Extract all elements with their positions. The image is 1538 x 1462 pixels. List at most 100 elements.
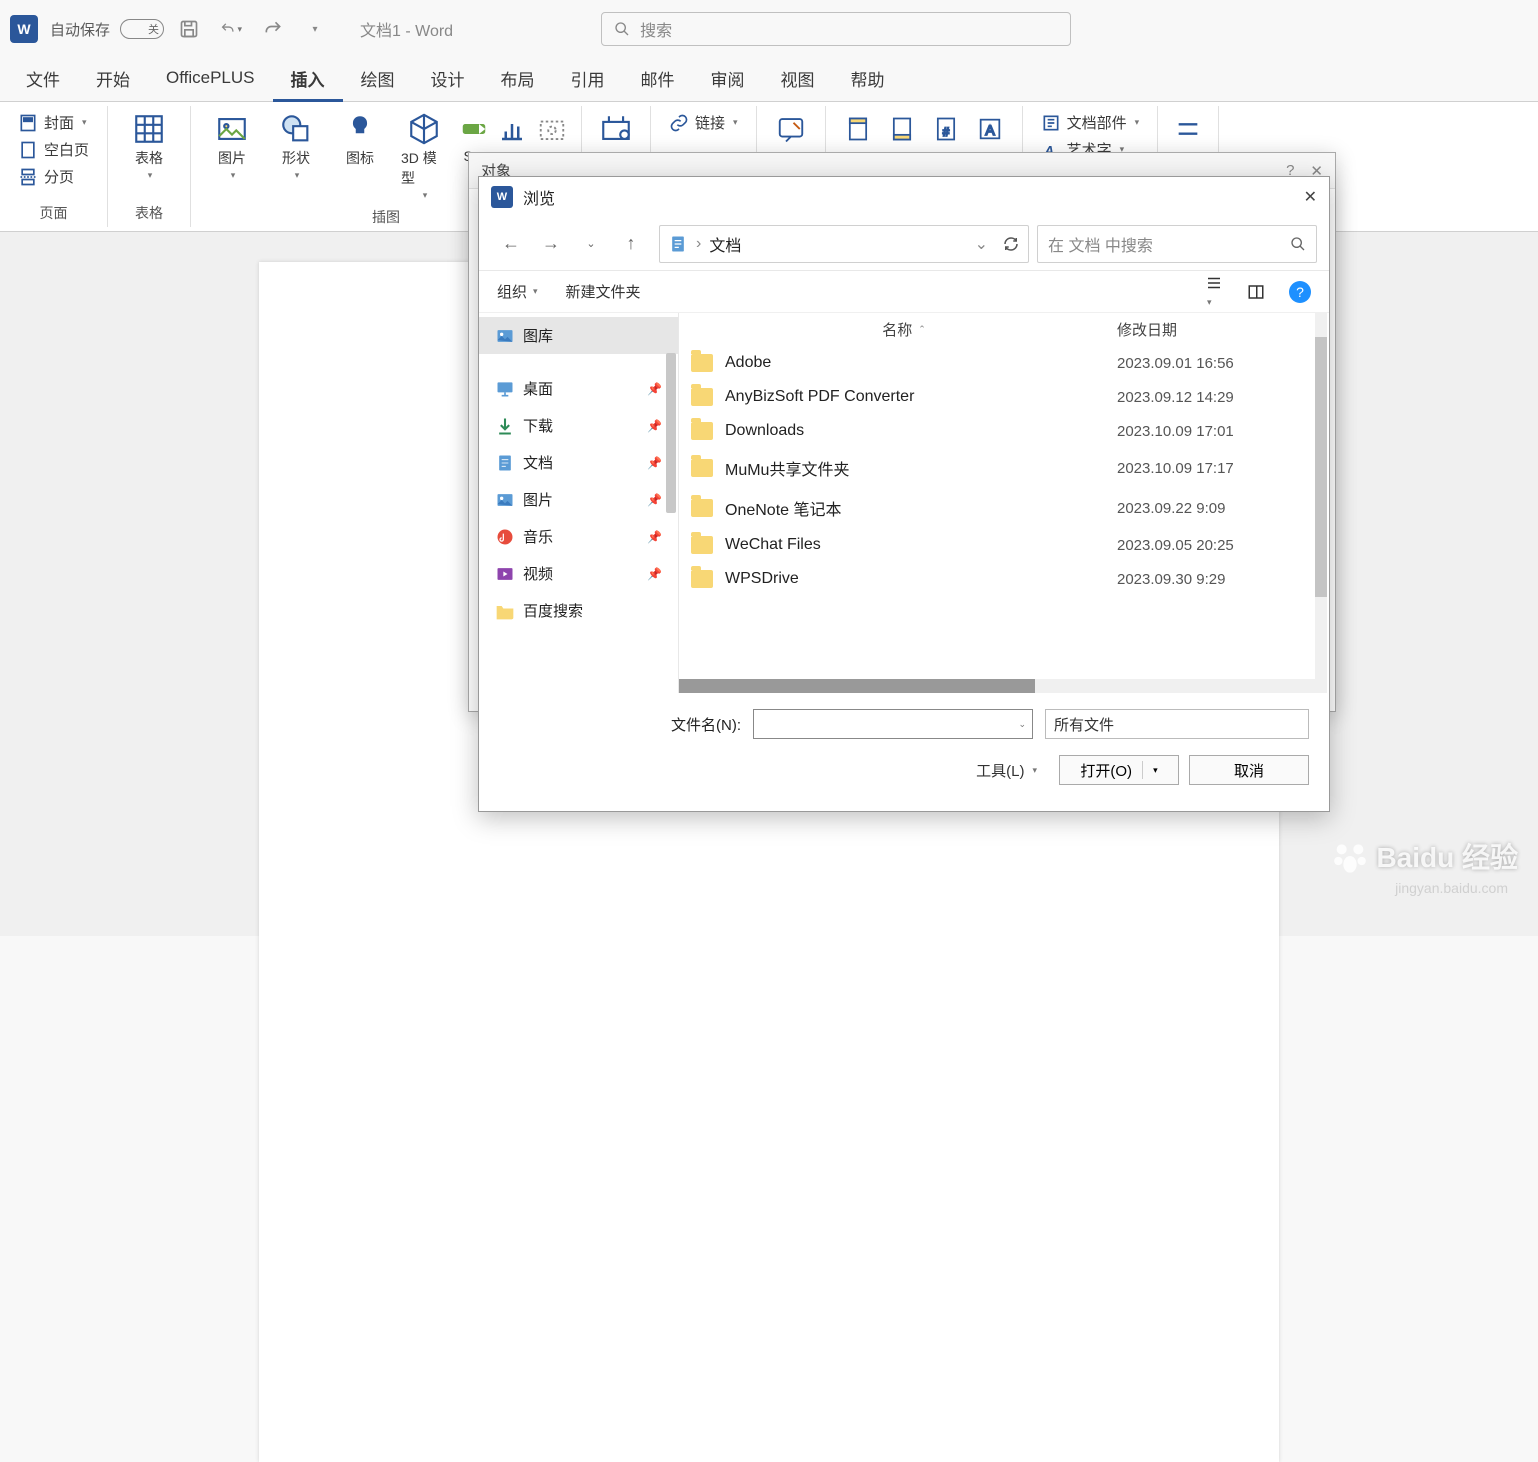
link-button[interactable]: 链接▾ xyxy=(663,110,744,135)
page-number-button[interactable]: # xyxy=(926,110,966,148)
group-table-label: 表格 xyxy=(120,199,178,223)
tree-item-downloads[interactable]: 下载📌 xyxy=(479,407,678,444)
horizontal-scrollbar[interactable] xyxy=(679,679,1315,693)
save-icon[interactable] xyxy=(178,18,200,40)
search-input[interactable]: 搜索 xyxy=(601,12,1071,46)
blank-page-button[interactable]: 空白页 xyxy=(12,137,95,162)
nav-back-button[interactable]: ← xyxy=(491,225,531,263)
footer-button[interactable] xyxy=(882,110,922,148)
tab-review[interactable]: 审阅 xyxy=(693,58,763,102)
browse-search-input[interactable]: 在 文档 中搜索 xyxy=(1037,225,1317,263)
list-item[interactable]: WPSDrive2023.09.30 9:29 xyxy=(679,562,1329,596)
browse-tree: 图库 桌面📌 下载📌 文档📌 图片📌 音乐📌 xyxy=(479,313,679,693)
filename-input[interactable]: ⌄ xyxy=(753,709,1033,739)
tab-help[interactable]: 帮助 xyxy=(833,58,903,102)
page-number-icon: # xyxy=(929,112,963,146)
pin-icon: 📌 xyxy=(647,530,662,544)
tree-item-videos[interactable]: 视频📌 xyxy=(479,555,678,592)
tab-references[interactable]: 引用 xyxy=(553,58,623,102)
tab-view[interactable]: 视图 xyxy=(763,58,833,102)
list-item[interactable]: Downloads2023.10.09 17:01 xyxy=(679,414,1329,448)
cancel-button[interactable]: 取消 xyxy=(1189,755,1309,785)
doc-parts-button[interactable]: 文档部件▾ xyxy=(1035,110,1146,135)
document-icon xyxy=(668,234,688,254)
tab-insert[interactable]: 插入 xyxy=(273,58,343,102)
header-button[interactable] xyxy=(838,110,878,148)
tools-dropdown[interactable]: 工具(L)▾ xyxy=(976,760,1037,781)
nav-forward-button[interactable]: → xyxy=(531,225,571,263)
tab-officeplus[interactable]: OfficePLUS xyxy=(148,60,273,99)
autosave-toggle[interactable]: 关 xyxy=(120,19,164,39)
list-item[interactable]: OneNote 笔记本2023.09.22 9:09 xyxy=(679,488,1329,528)
group-table: 表格▾ 表格 xyxy=(108,106,191,227)
tree-item-baidu[interactable]: 百度搜索 xyxy=(479,592,678,629)
list-scrollbar[interactable] xyxy=(1315,313,1327,693)
help-button[interactable]: ? xyxy=(1289,281,1311,303)
undo-icon[interactable]: ▾ xyxy=(220,18,242,40)
nav-up-button[interactable]: ↑ xyxy=(611,225,651,263)
tab-file[interactable]: 文件 xyxy=(8,58,78,102)
textbox-button[interactable]: A xyxy=(970,110,1010,148)
icons-icon xyxy=(343,112,377,146)
list-item[interactable]: AnyBizSoft PDF Converter2023.09.12 14:29 xyxy=(679,380,1329,414)
chart-icon xyxy=(495,112,529,146)
equation-button[interactable] xyxy=(1170,110,1206,148)
shapes-button[interactable]: 形状▾ xyxy=(267,110,325,203)
picture-button[interactable]: 图片▾ xyxy=(203,110,261,203)
list-item[interactable]: WeChat Files2023.09.05 20:25 xyxy=(679,528,1329,562)
list-item[interactable]: MuMu共享文件夹2023.10.09 17:17 xyxy=(679,448,1329,488)
chevron-down-icon[interactable]: ⌄ xyxy=(975,234,988,254)
column-name[interactable]: 名称⌃ xyxy=(691,319,1117,340)
refresh-icon[interactable] xyxy=(1002,235,1020,253)
picture-icon xyxy=(495,490,515,510)
download-icon xyxy=(495,416,515,436)
page-break-button[interactable]: 分页 xyxy=(12,164,95,189)
header-icon xyxy=(841,112,875,146)
breadcrumb-item[interactable]: 文档 xyxy=(709,232,741,256)
folder-icon xyxy=(691,354,713,372)
word-app-icon: W xyxy=(10,15,38,43)
tab-draw[interactable]: 绘图 xyxy=(343,58,413,102)
redo-icon[interactable] xyxy=(262,18,284,40)
addins-button[interactable] xyxy=(594,110,638,148)
equation-icon xyxy=(1171,112,1205,146)
tree-item-music[interactable]: 音乐📌 xyxy=(479,518,678,555)
tree-item-desktop[interactable]: 桌面📌 xyxy=(479,370,678,407)
group-pages: 封面▾ 空白页 分页 页面 xyxy=(0,106,108,227)
ribbon-tabs: 文件 开始 OfficePLUS 插入 绘图 设计 布局 引用 邮件 审阅 视图… xyxy=(0,58,1538,102)
folder-icon xyxy=(691,570,713,588)
music-icon xyxy=(495,527,515,547)
folder-share-icon xyxy=(691,536,713,554)
icons-button[interactable]: 图标 xyxy=(331,110,389,203)
preview-pane-button[interactable] xyxy=(1247,283,1265,301)
folder-icon xyxy=(691,459,713,477)
browse-nav-bar: ← → ⌄ ↑ › 文档 ⌄ 在 文档 中搜索 xyxy=(479,217,1329,271)
organize-button[interactable]: 组织▾ xyxy=(497,281,538,302)
comment-button[interactable] xyxy=(769,110,813,148)
tab-home[interactable]: 开始 xyxy=(78,58,148,102)
qat-customize-icon[interactable]: ▾ xyxy=(304,18,326,40)
svg-text:A: A xyxy=(985,122,995,138)
nav-recent-dropdown[interactable]: ⌄ xyxy=(571,225,611,263)
breadcrumb-bar[interactable]: › 文档 ⌄ xyxy=(659,225,1029,263)
open-button[interactable]: 打开(O)▾ xyxy=(1059,755,1179,785)
tree-scrollbar[interactable] xyxy=(666,353,676,513)
tree-item-documents[interactable]: 文档📌 xyxy=(479,444,678,481)
footer-icon xyxy=(885,112,919,146)
tab-layout[interactable]: 布局 xyxy=(483,58,553,102)
cover-page-button[interactable]: 封面▾ xyxy=(12,110,95,135)
close-icon[interactable]: ✕ xyxy=(1304,187,1317,207)
browse-body: 图库 桌面📌 下载📌 文档📌 图片📌 音乐📌 xyxy=(479,313,1329,693)
new-folder-button[interactable]: 新建文件夹 xyxy=(566,281,641,302)
view-mode-button[interactable]: ▾ xyxy=(1205,274,1223,310)
tree-item-gallery[interactable]: 图库 xyxy=(479,317,678,354)
tab-mailings[interactable]: 邮件 xyxy=(623,58,693,102)
file-filter-dropdown[interactable]: 所有文件 xyxy=(1045,709,1309,739)
table-button[interactable]: 表格▾ xyxy=(120,110,178,183)
tree-item-pictures[interactable]: 图片📌 xyxy=(479,481,678,518)
3dmodel-button[interactable]: 3D 模型▾ xyxy=(395,110,453,203)
column-date[interactable]: 修改日期 xyxy=(1117,319,1317,340)
list-item[interactable]: Adobe2023.09.01 16:56 xyxy=(679,346,1329,380)
tab-design[interactable]: 设计 xyxy=(413,58,483,102)
browse-dialog-title: 浏览 xyxy=(523,185,1294,209)
